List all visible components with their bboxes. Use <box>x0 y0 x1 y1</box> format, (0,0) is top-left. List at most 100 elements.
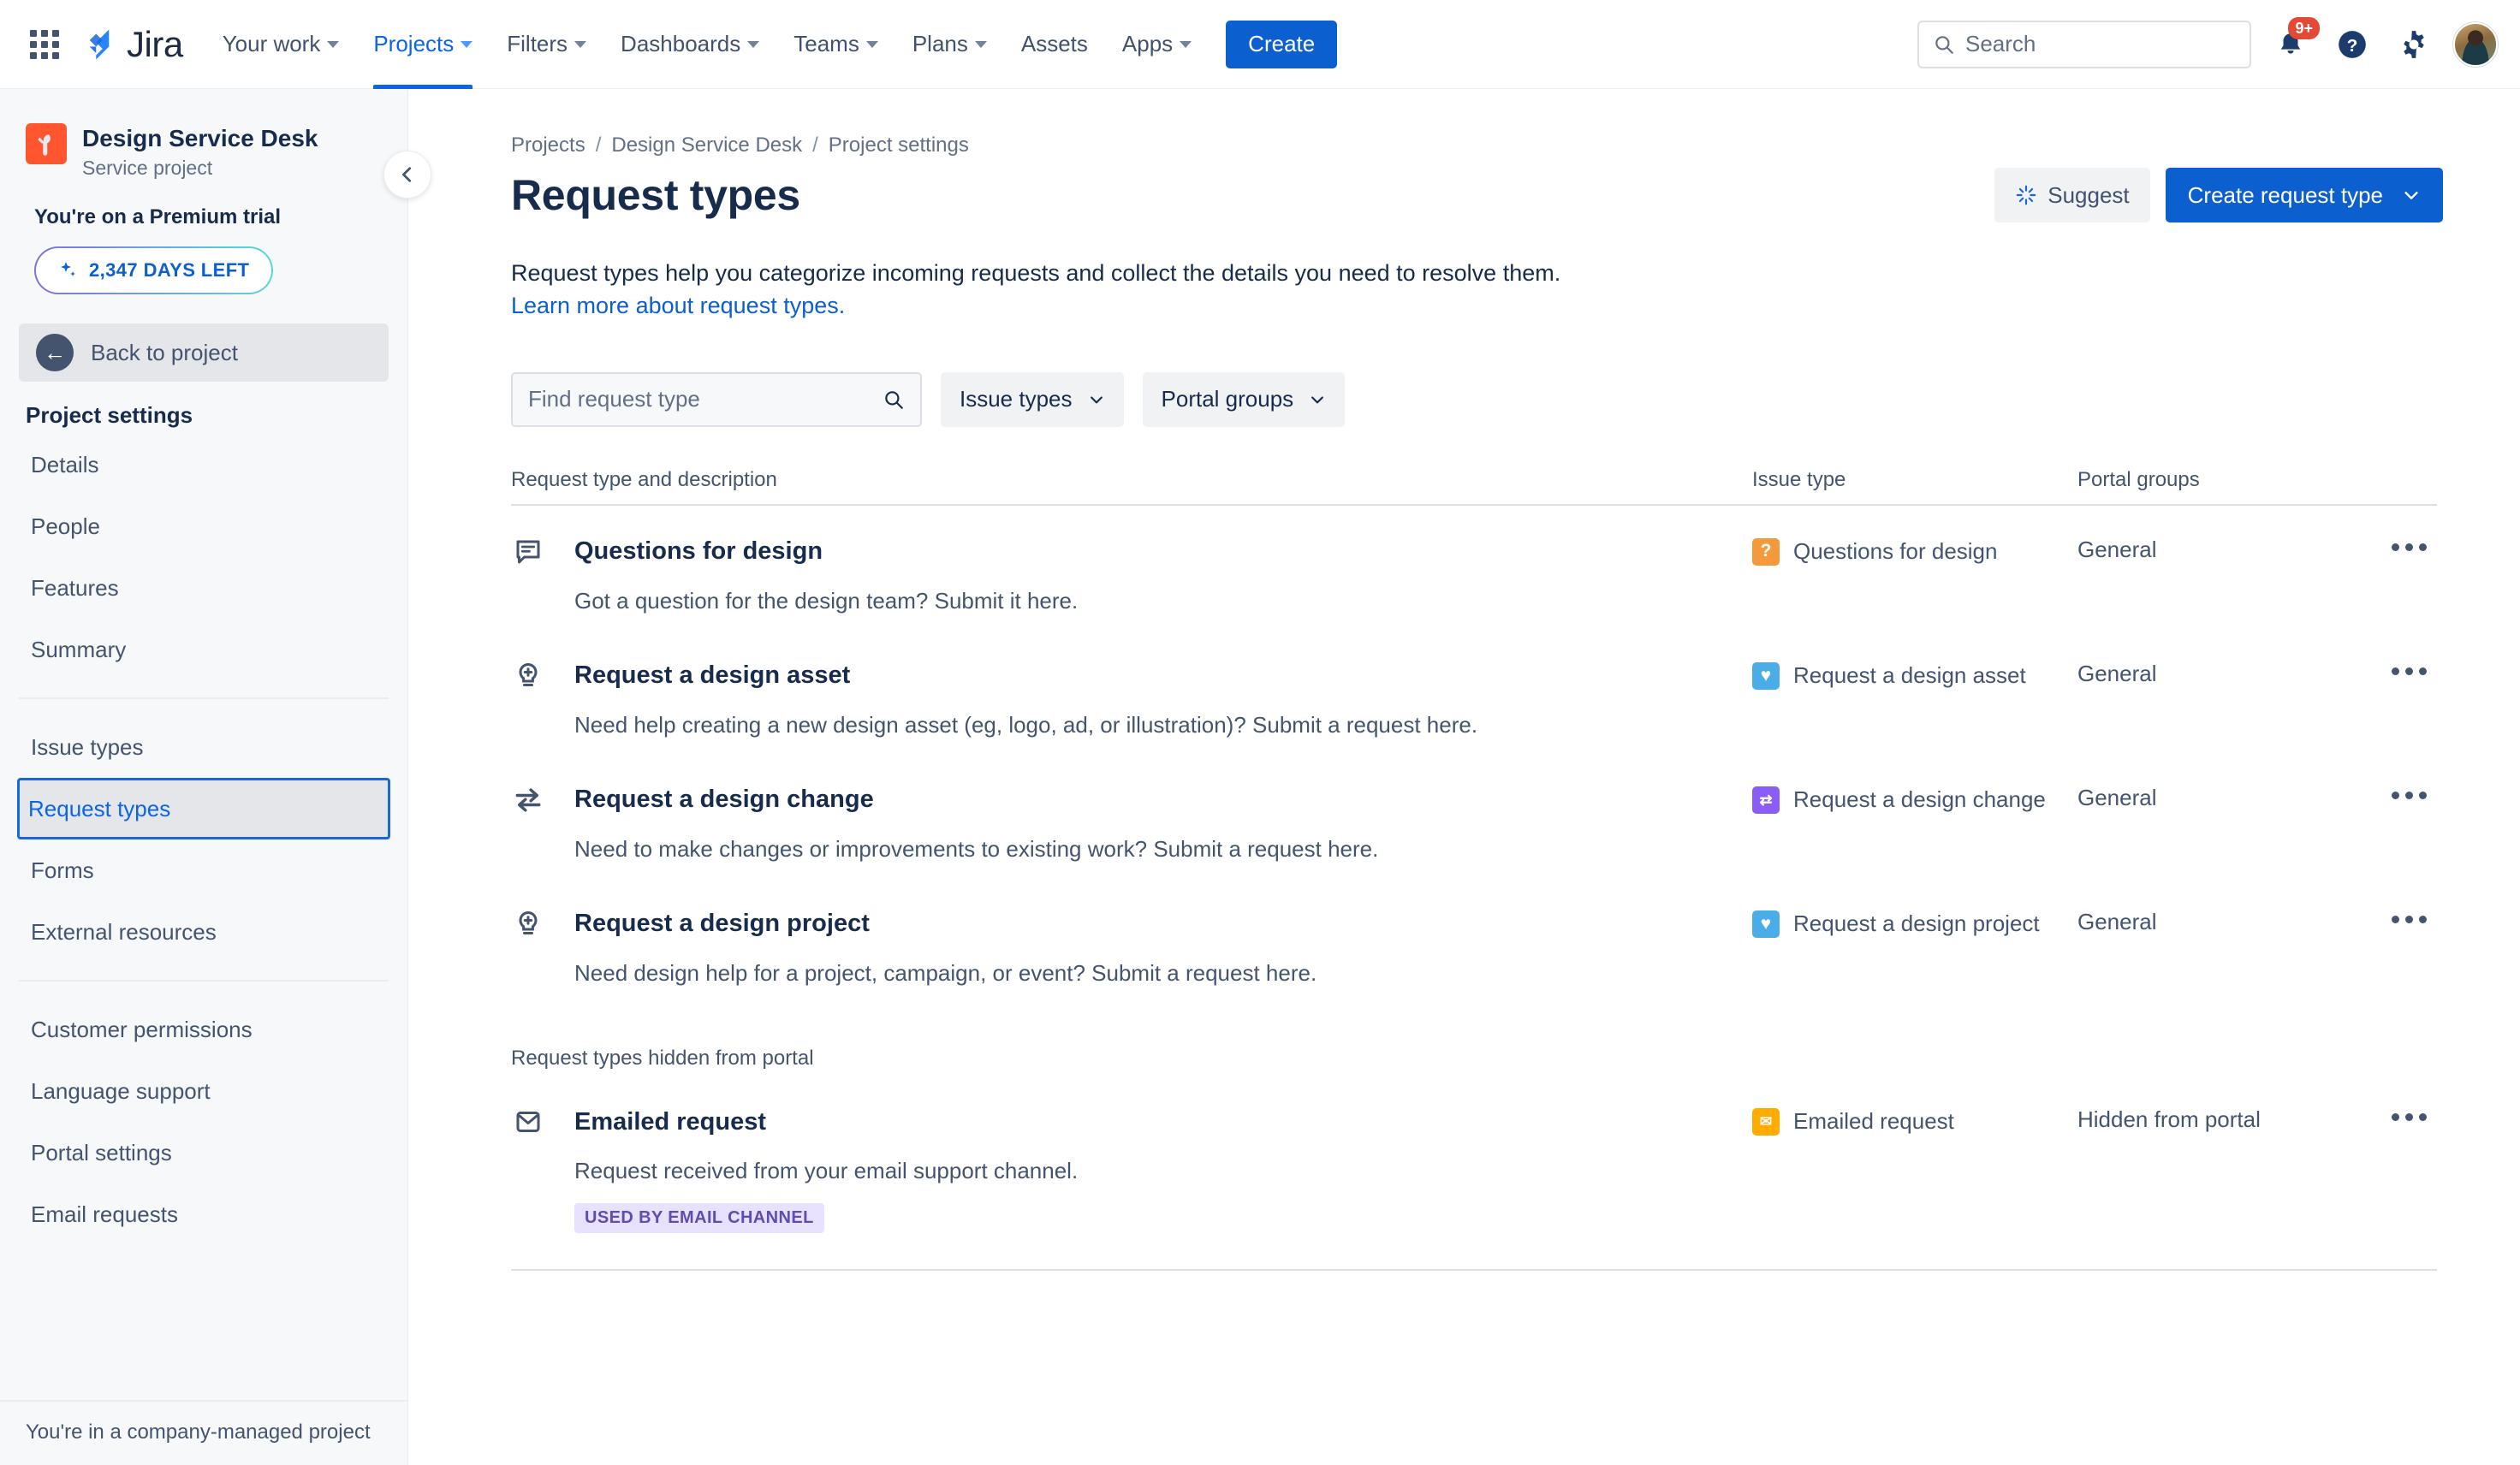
sidebar-item-external-resources[interactable]: External resources <box>5 901 402 963</box>
nav-item-assets[interactable]: Assets <box>1006 0 1103 88</box>
request-type-title[interactable]: Request a design change <box>574 786 874 814</box>
issue-type-cell: ✉ Emailed request <box>1752 1105 2077 1136</box>
request-type-title[interactable]: Questions for design <box>574 537 823 566</box>
sidebar-item-forms[interactable]: Forms <box>5 839 402 901</box>
nav-item-dashboards[interactable]: Dashboards <box>605 0 775 88</box>
table-row: Request a design asset Need help creatin… <box>511 630 2437 754</box>
search-icon <box>885 390 903 409</box>
column-header-issue-type: Issue type <box>1752 467 1846 491</box>
chevron-down-icon <box>1180 40 1192 48</box>
portal-groups-filter[interactable]: Portal groups <box>1142 371 1346 427</box>
more-options-icon[interactable] <box>2381 661 2437 682</box>
project-avatar <box>26 123 67 164</box>
issue-type-cell: ♥ Request a design project <box>1752 907 2077 939</box>
jira-logo[interactable]: Jira <box>82 24 183 65</box>
breadcrumb-separator: / <box>595 133 602 157</box>
transfer-arrows-icon: ⇄ <box>1752 786 1780 814</box>
find-request-type-input[interactable]: Find request type <box>511 371 922 427</box>
more-options-icon[interactable] <box>2381 1106 2437 1128</box>
request-type-title[interactable]: Request a design asset <box>574 661 850 690</box>
chevron-down-icon <box>2404 192 2418 199</box>
lightbulb-plus-icon <box>511 659 545 693</box>
envelope-icon <box>511 1105 545 1139</box>
row-actions-cell <box>2343 1105 2437 1128</box>
issue-type-cell: ⇄ Request a design change <box>1752 783 2077 815</box>
grid-icon <box>30 29 59 59</box>
sidebar-item-request-types[interactable]: Request types <box>17 778 390 839</box>
sidebar-collapse-button[interactable] <box>383 151 431 199</box>
question-mark-icon: ? <box>1752 537 1780 566</box>
more-options-icon[interactable] <box>2381 909 2437 930</box>
gear-icon <box>2404 30 2424 58</box>
nav-item-apps[interactable]: Apps <box>1107 0 1207 88</box>
create-button[interactable]: Create <box>1226 20 1338 68</box>
sparkle-burst-icon <box>2016 185 2036 205</box>
global-search-input[interactable]: Search <box>1917 20 2251 68</box>
nav-item-teams[interactable]: Teams <box>778 0 894 88</box>
sidebar-item-details[interactable]: Details <box>5 434 402 495</box>
chevron-down-icon <box>1090 396 1102 404</box>
request-type-title[interactable]: Request a design project <box>574 910 870 938</box>
sidebar-item-features[interactable]: Features <box>5 557 402 619</box>
request-types-table: Request type and description Issue type … <box>511 468 2437 1272</box>
sidebar-item-issue-types[interactable]: Issue types <box>5 716 402 778</box>
sidebar-item-language-support[interactable]: Language support <box>5 1060 402 1122</box>
status-badge: USED BY EMAIL CHANNEL <box>574 1203 824 1234</box>
sidebar-item-email-requests[interactable]: Email requests <box>5 1183 402 1245</box>
column-header-portal-groups: Portal groups <box>2077 467 2200 491</box>
help-button[interactable]: ? <box>2330 22 2374 67</box>
table-row: Questions for design Got a question for … <box>511 506 2437 630</box>
breadcrumb-project-settings[interactable]: Project settings <box>829 133 969 157</box>
chevron-down-icon <box>327 40 340 48</box>
nav-item-your-work[interactable]: Your work <box>207 0 355 88</box>
project-header[interactable]: Design Service Desk Service project <box>0 89 407 180</box>
sidebar-item-portal-settings[interactable]: Portal settings <box>5 1122 402 1183</box>
create-request-type-button[interactable]: Create request type <box>2165 168 2443 222</box>
heart-icon: ♥ <box>1752 661 1780 690</box>
notification-badge: 9+ <box>2288 16 2320 39</box>
nav-label: Assets <box>1020 31 1088 56</box>
sidebar-item-people[interactable]: People <box>5 495 402 557</box>
nav-item-filters[interactable]: Filters <box>491 0 602 88</box>
filter-toolbar: Find request type Issue types Portal gro… <box>511 371 2443 427</box>
back-to-project-label: Back to project <box>91 339 238 365</box>
user-avatar[interactable] <box>2453 21 2498 67</box>
nav-label: Your work <box>222 31 321 56</box>
trial-days-badge[interactable]: 2,347 DAYS LEFT <box>34 246 273 294</box>
back-to-project-button[interactable]: ← Back to project <box>19 323 389 382</box>
issue-types-filter[interactable]: Issue types <box>941 371 1124 427</box>
notifications-button[interactable]: 9+ <box>2268 16 2320 67</box>
comment-lines-icon <box>511 535 545 569</box>
nav-label: Plans <box>912 31 968 56</box>
breadcrumb-projects[interactable]: Projects <box>511 133 585 157</box>
breadcrumb-separator: / <box>812 133 818 157</box>
more-options-icon[interactable] <box>2381 537 2437 558</box>
project-name: Design Service Desk <box>82 125 318 151</box>
more-options-icon[interactable] <box>2381 785 2437 806</box>
learn-more-link[interactable]: Learn more about request types. <box>511 293 845 318</box>
issue-type-label: Questions for design <box>1793 537 1998 564</box>
sidebar-item-summary[interactable]: Summary <box>5 619 402 680</box>
breadcrumb-design-service-desk[interactable]: Design Service Desk <box>611 133 802 157</box>
page-description: Request types help you categorize incomi… <box>511 257 1795 323</box>
portal-group-cell: General <box>2077 660 2157 686</box>
app-switcher-button[interactable] <box>21 21 68 68</box>
column-header-name: Request type and description <box>511 467 777 491</box>
sidebar-divider-1 <box>19 697 389 699</box>
nav-label: Apps <box>1121 31 1174 56</box>
issue-types-filter-label: Issue types <box>960 386 1073 412</box>
top-navigation-bar: Jira Your work Projects Filters Dashboar… <box>0 0 2520 89</box>
settings-button[interactable] <box>2392 22 2436 67</box>
sidebar-item-customer-permissions[interactable]: Customer permissions <box>5 999 402 1060</box>
issue-type-cell: ♥ Request a design asset <box>1752 659 2077 691</box>
nav-item-plans[interactable]: Plans <box>897 0 1002 88</box>
wrench-icon <box>38 134 51 156</box>
table-header-row: Request type and description Issue type … <box>511 468 2437 506</box>
search-placeholder: Search <box>1965 31 2036 56</box>
request-type-title[interactable]: Emailed request <box>574 1108 766 1136</box>
nav-label: Dashboards <box>621 31 741 56</box>
suggest-button[interactable]: Suggest <box>1994 168 2150 222</box>
hidden-section-label: Request types hidden from portal <box>511 1047 814 1071</box>
nav-item-projects[interactable]: Projects <box>358 0 488 89</box>
chevron-down-icon <box>974 40 987 48</box>
